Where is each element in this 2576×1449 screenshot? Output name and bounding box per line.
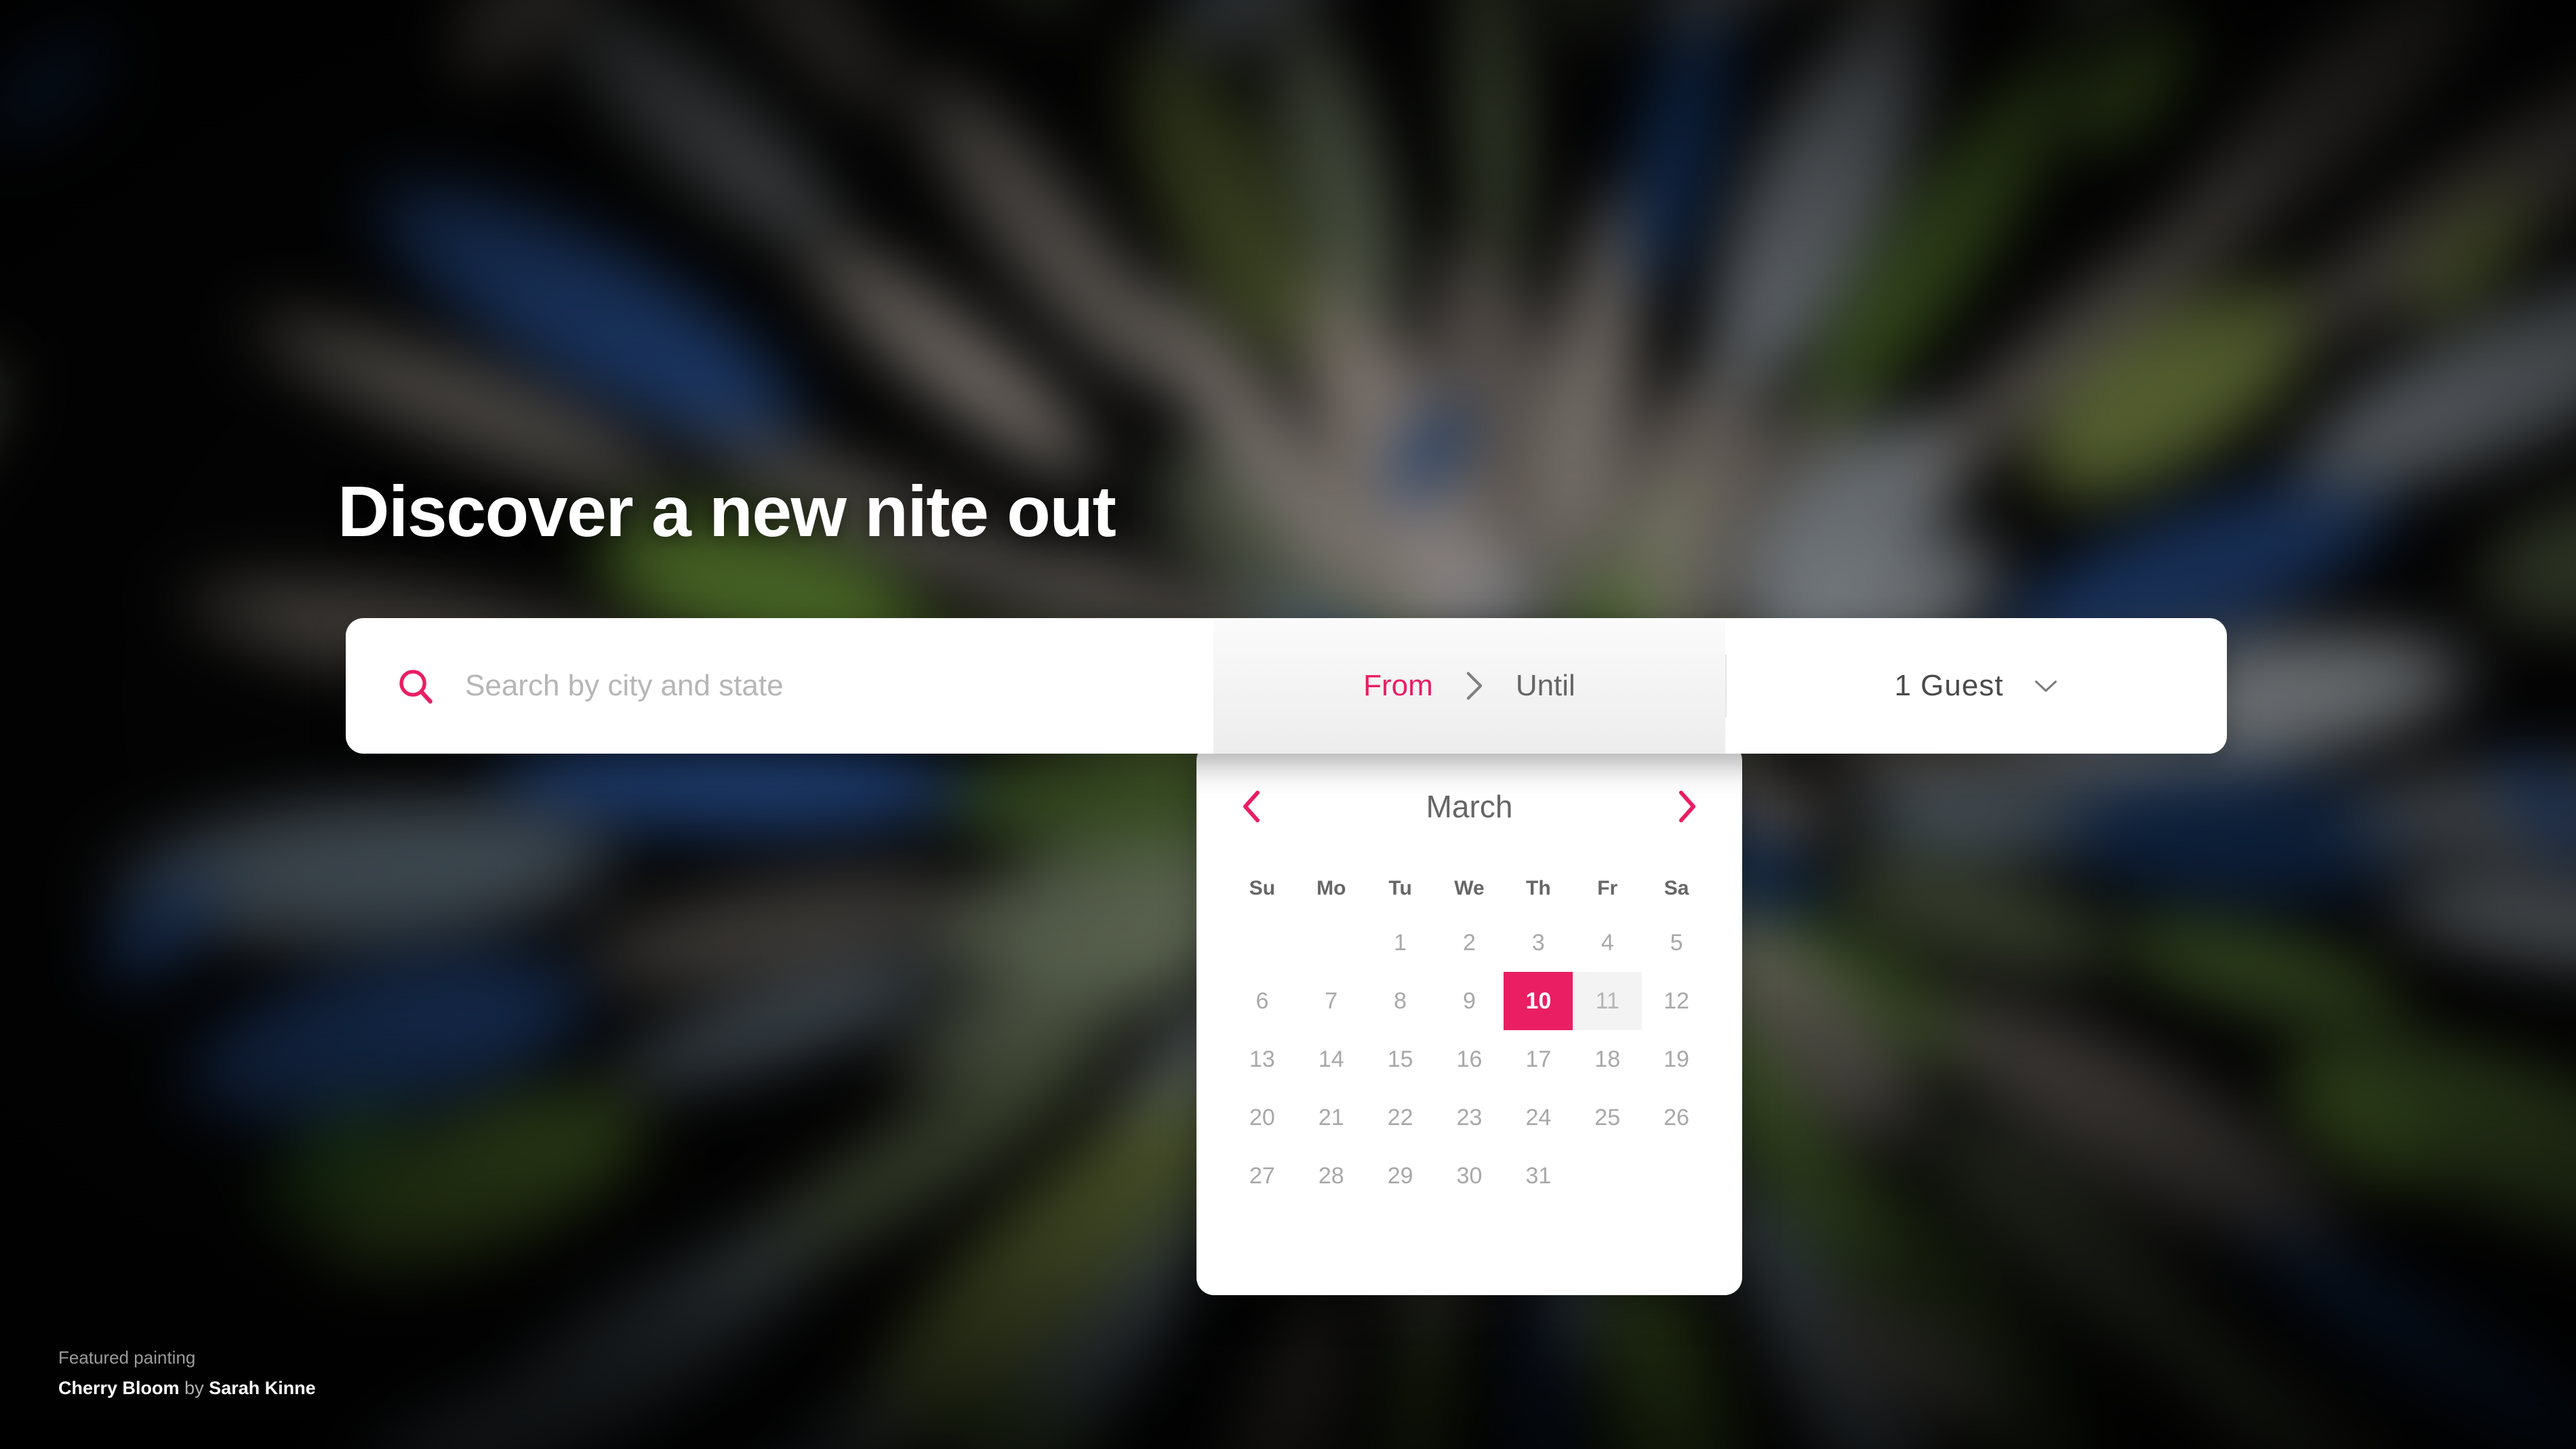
calendar-day[interactable]: 27 bbox=[1228, 1147, 1297, 1205]
calendar-weekday: Su bbox=[1249, 877, 1276, 899]
calendar-weekday: We bbox=[1454, 877, 1485, 899]
calendar-day[interactable]: 31 bbox=[1504, 1147, 1573, 1205]
calendar-weekday: Fr bbox=[1597, 877, 1618, 899]
painting-title: Cherry Bloom bbox=[58, 1378, 180, 1398]
calendar-day[interactable]: 7 bbox=[1297, 972, 1366, 1030]
calendar-day[interactable]: 11 bbox=[1573, 972, 1643, 1030]
credit-kicker: Featured painting bbox=[58, 1347, 196, 1368]
search-bar: From Until 1 Guest bbox=[346, 618, 2227, 754]
calendar-day[interactable]: 25 bbox=[1573, 1088, 1642, 1147]
page-title: Discover a new nite out bbox=[338, 472, 1116, 552]
search-field-group[interactable] bbox=[346, 618, 1213, 754]
guest-selector[interactable]: 1 Guest bbox=[1725, 618, 2227, 754]
calendar-day[interactable]: 8 bbox=[1366, 972, 1435, 1030]
credit-line: Cherry Bloom by Sarah Kinne bbox=[58, 1378, 316, 1399]
calendar-day[interactable]: 17 bbox=[1504, 1030, 1573, 1088]
calendar-day[interactable]: 13 bbox=[1228, 1030, 1297, 1088]
guest-count-label: 1 Guest bbox=[1894, 669, 2004, 702]
chevron-right-icon bbox=[1466, 672, 1483, 700]
calendar-grid: Su Mo Tu We Th Fr Sa 1 2 3 4 5 6 7 8 9 10 11 12 13 14 15 16 17 1… bbox=[1228, 863, 1711, 1205]
chevron-right-icon[interactable] bbox=[1676, 790, 1699, 823]
chevron-left-icon[interactable] bbox=[1240, 790, 1263, 823]
calendar-header: March bbox=[1228, 779, 1711, 834]
calendar-day-empty bbox=[1228, 914, 1297, 972]
date-until-label[interactable]: Until bbox=[1485, 669, 1607, 703]
chevron-down-icon bbox=[2034, 680, 2057, 692]
calendar-day[interactable]: 16 bbox=[1435, 1030, 1504, 1088]
date-from-label[interactable]: From bbox=[1332, 669, 1464, 703]
calendar-month-label: March bbox=[1426, 789, 1513, 824]
calendar-day[interactable]: 2 bbox=[1435, 914, 1504, 972]
calendar-weekday: Tu bbox=[1388, 877, 1412, 899]
search-input[interactable] bbox=[465, 669, 1156, 703]
calendar-day[interactable]: 15 bbox=[1366, 1030, 1435, 1088]
calendar-day[interactable]: 23 bbox=[1435, 1088, 1504, 1147]
calendar-day-empty bbox=[1297, 914, 1366, 972]
featured-painting-credit: Featured painting Cherry Bloom by Sarah … bbox=[58, 1347, 316, 1399]
calendar-day[interactable]: 12 bbox=[1642, 972, 1711, 1030]
calendar-day[interactable]: 6 bbox=[1228, 972, 1297, 1030]
date-range-group[interactable]: From Until bbox=[1213, 618, 1725, 754]
calendar-day[interactable]: 14 bbox=[1297, 1030, 1366, 1088]
calendar-day[interactable]: 3 bbox=[1504, 914, 1573, 972]
calendar-day[interactable]: 19 bbox=[1642, 1030, 1711, 1088]
calendar-day[interactable]: 4 bbox=[1573, 914, 1642, 972]
calendar-weekday: Sa bbox=[1664, 877, 1689, 899]
calendar-day[interactable]: 30 bbox=[1435, 1147, 1504, 1205]
credit-by-word: by bbox=[184, 1378, 204, 1398]
page-root: Discover a new nite out From Until 1 Gue… bbox=[0, 0, 2576, 1449]
calendar-weekday: Th bbox=[1526, 877, 1551, 899]
calendar-day[interactable]: 20 bbox=[1228, 1088, 1297, 1147]
calendar-day[interactable]: 22 bbox=[1366, 1088, 1435, 1147]
calendar-day[interactable]: 24 bbox=[1504, 1088, 1573, 1147]
calendar-day[interactable]: 1 bbox=[1366, 914, 1435, 972]
search-icon bbox=[399, 670, 432, 704]
calendar-day[interactable]: 28 bbox=[1297, 1147, 1366, 1205]
calendar-day[interactable]: 9 bbox=[1435, 972, 1504, 1030]
date-picker-popover: March Su Mo Tu We Th Fr Sa 1 2 3 4 5 6 7 8 9 10 11 12 13 14 1… bbox=[1196, 720, 1742, 1295]
painting-artist: Sarah Kinne bbox=[209, 1378, 316, 1398]
calendar-day[interactable]: 18 bbox=[1573, 1030, 1642, 1088]
calendar-day[interactable]: 26 bbox=[1642, 1088, 1711, 1147]
calendar-day[interactable]: 21 bbox=[1297, 1088, 1366, 1147]
calendar-day[interactable]: 29 bbox=[1366, 1147, 1435, 1205]
calendar-weekday: Mo bbox=[1316, 877, 1346, 899]
calendar-day-selected[interactable]: 10 bbox=[1504, 972, 1573, 1030]
calendar-day[interactable]: 5 bbox=[1642, 914, 1711, 972]
